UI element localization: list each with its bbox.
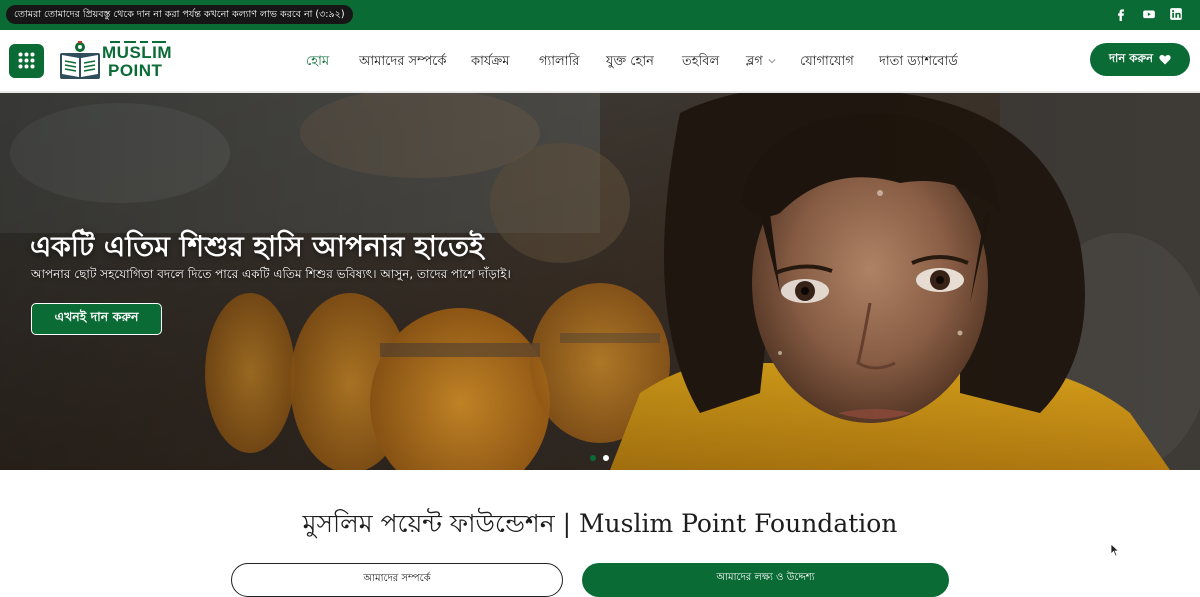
logo-wordmark-line1: MUSLIM [102, 43, 173, 62]
donate-button[interactable]: দান করুন [1090, 43, 1190, 76]
logo-wordmark-line2: POINT [108, 61, 163, 80]
heart-icon [1159, 55, 1171, 65]
tab-goals-objectives[interactable]: আমাদের লক্ষ্য ও উদ্দেশ্য [582, 563, 949, 597]
top-announcement-bar: তোমরা তোমাদের প্রিয়বস্তু থেকে দান না কর… [0, 0, 1200, 30]
hero-subtitle: আপনার ছোট সহযোগিতা বদলে দিতে পারে একটি এ… [31, 267, 511, 281]
tab-about-us[interactable]: আমাদের সম্পর্কে [231, 563, 563, 597]
nav-donor-dashboard[interactable]: দাতা ড্যাশবোর্ড [879, 52, 958, 73]
linkedin-icon[interactable] [1169, 7, 1183, 21]
nav-contact[interactable]: যোগাযোগ [800, 52, 854, 73]
mouse-cursor-icon [1110, 543, 1120, 557]
site-logo[interactable]: MUSLIM POINT [58, 39, 188, 83]
nav-gallery[interactable]: গ্যালারি [539, 52, 579, 73]
hero-title: একটি এতিম শিশুর হাসি আপনার হাতেই [30, 230, 484, 263]
nav-fund[interactable]: তহবিল [682, 52, 719, 73]
quran-quote: তোমরা তোমাদের প্রিয়বস্তু থেকে দান না কর… [6, 5, 353, 24]
grid-icon [18, 52, 35, 69]
nav-join[interactable]: যুক্ত হোন [606, 52, 654, 73]
slider-dot-1[interactable] [590, 455, 596, 461]
slider-dot-2[interactable] [603, 455, 609, 461]
nav-about[interactable]: আমাদের সম্পর্কে [359, 52, 446, 73]
facebook-icon[interactable] [1114, 7, 1128, 21]
site-header: MUSLIM POINT হোম আমাদের সম্পর্কে কার্যক্… [0, 30, 1200, 92]
nav-home[interactable]: হোম [306, 52, 329, 73]
section-title: মুসলিম পয়েন্ট ফাউন্ডেশন | Muslim Point … [302, 509, 898, 538]
hero-slider: একটি এতিম শিশুর হাসি আপনার হাতেই আপনার ছ… [0, 93, 1200, 470]
nav-activities[interactable]: কার্যক্রম [471, 52, 509, 73]
youtube-icon[interactable] [1142, 7, 1156, 21]
donate-now-button[interactable]: এখনই দান করুন [31, 303, 162, 335]
book-mosque-icon [60, 41, 100, 79]
chevron-down-icon[interactable] [768, 57, 776, 65]
apps-menu-button[interactable] [9, 44, 44, 78]
nav-blog[interactable]: ব্লগ [746, 52, 763, 73]
donate-button-label: দান করুন [1109, 51, 1153, 65]
